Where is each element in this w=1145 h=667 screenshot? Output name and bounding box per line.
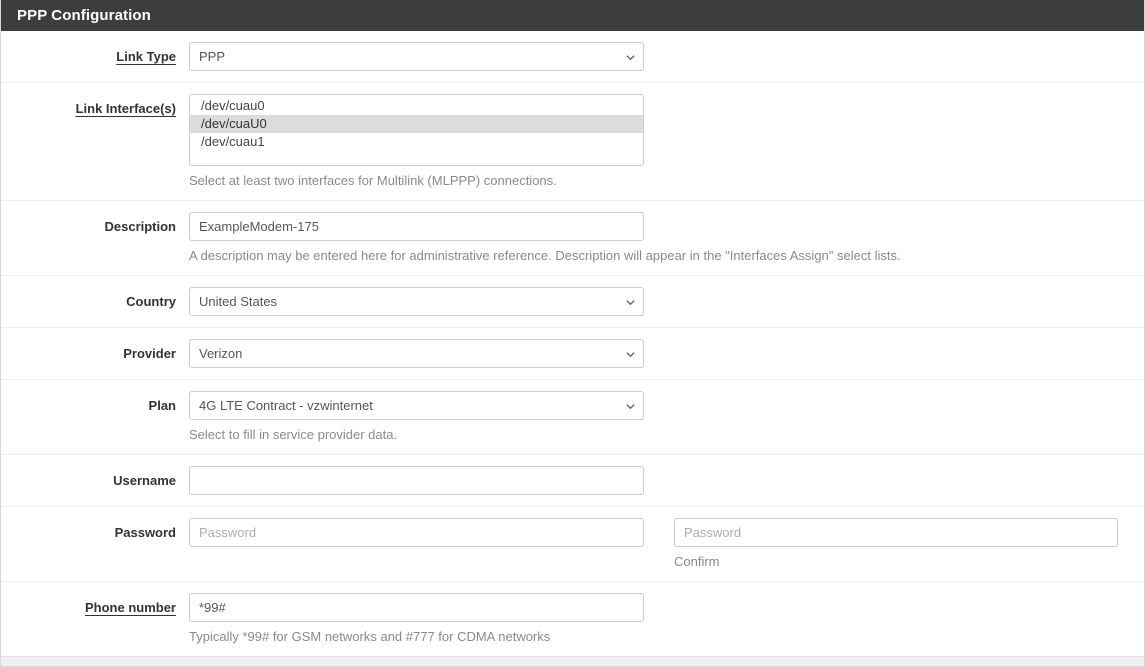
link-interfaces-label-cell: Link Interface(s)	[1, 94, 189, 117]
link-interfaces-field-cell: /dev/cuau0 /dev/cuaU0 /dev/cuau1 Select …	[189, 94, 1144, 189]
form-row-description: Description A description may be entered…	[1, 201, 1144, 276]
username-label-cell: Username	[1, 466, 189, 489]
link-interfaces-listbox[interactable]: /dev/cuau0 /dev/cuaU0 /dev/cuau1	[189, 94, 644, 166]
phone-number-help-text: Typically *99# for GSM networks and #777…	[189, 628, 644, 645]
phone-number-input[interactable]	[189, 593, 644, 622]
plan-label-cell: Plan	[1, 391, 189, 414]
plan-help-text: Select to fill in service provider data.	[189, 426, 644, 443]
form-row-phone-number: Phone number Typically *99# for GSM netw…	[1, 582, 1144, 656]
password-confirm-help-text: Confirm	[674, 553, 1118, 570]
username-input[interactable]	[189, 466, 644, 495]
panel-body: Link Type Link Interface(s)	[1, 31, 1144, 656]
plan-select-wrapper[interactable]	[189, 391, 644, 420]
plan-select[interactable]	[189, 391, 644, 420]
link-type-label: Link Type	[116, 49, 176, 64]
phone-number-label: Phone number	[85, 600, 176, 615]
phone-number-label-cell: Phone number	[1, 593, 189, 616]
provider-field-cell	[189, 339, 1144, 368]
country-label: Country	[126, 294, 176, 309]
form-row-provider: Provider	[1, 328, 1144, 380]
password-label-cell: Password	[1, 518, 189, 541]
list-item[interactable]: /dev/cuau1	[190, 133, 643, 151]
provider-label-cell: Provider	[1, 339, 189, 362]
panel-title: PPP Configuration	[1, 0, 1144, 31]
link-type-field-cell	[189, 42, 1144, 71]
panel-footer	[1, 656, 1144, 666]
country-label-cell: Country	[1, 287, 189, 310]
username-field-cell	[189, 466, 1144, 495]
plan-label: Plan	[149, 398, 176, 413]
country-field-cell	[189, 287, 1144, 316]
description-input[interactable]	[189, 212, 644, 241]
form-row-link-interfaces: Link Interface(s) /dev/cuau0 /dev/cuaU0 …	[1, 83, 1144, 201]
form-row-password: Password Confirm	[1, 507, 1144, 582]
link-type-label-cell: Link Type	[1, 42, 189, 65]
password-label: Password	[115, 525, 176, 540]
provider-select[interactable]	[189, 339, 644, 368]
form-row-username: Username	[1, 455, 1144, 507]
link-type-select[interactable]	[189, 42, 644, 71]
link-interfaces-label: Link Interface(s)	[76, 101, 176, 116]
description-field-cell: A description may be entered here for ad…	[189, 212, 1144, 264]
description-help-text: A description may be entered here for ad…	[189, 247, 1089, 264]
provider-select-wrapper[interactable]	[189, 339, 644, 368]
list-item[interactable]: /dev/cuau0	[190, 97, 643, 115]
form-row-link-type: Link Type	[1, 31, 1144, 83]
country-select-wrapper[interactable]	[189, 287, 644, 316]
password-input[interactable]	[189, 518, 644, 547]
plan-field-cell: Select to fill in service provider data.	[189, 391, 1144, 443]
ppp-configuration-panel: PPP Configuration Link Type	[0, 0, 1145, 667]
password-confirm-input[interactable]	[674, 518, 1118, 547]
link-type-select-wrapper[interactable]	[189, 42, 644, 71]
country-select[interactable]	[189, 287, 644, 316]
link-interfaces-help-text: Select at least two interfaces for Multi…	[189, 172, 644, 189]
list-item[interactable]: /dev/cuaU0	[190, 115, 643, 133]
username-label: Username	[113, 473, 176, 488]
provider-label: Provider	[123, 346, 176, 361]
form-row-country: Country	[1, 276, 1144, 328]
description-label-cell: Description	[1, 212, 189, 235]
description-label: Description	[104, 219, 176, 234]
phone-number-field-cell: Typically *99# for GSM networks and #777…	[189, 593, 1144, 645]
password-field-cell: Confirm	[189, 518, 1144, 570]
form-row-plan: Plan Select to fill in service provider …	[1, 380, 1144, 455]
